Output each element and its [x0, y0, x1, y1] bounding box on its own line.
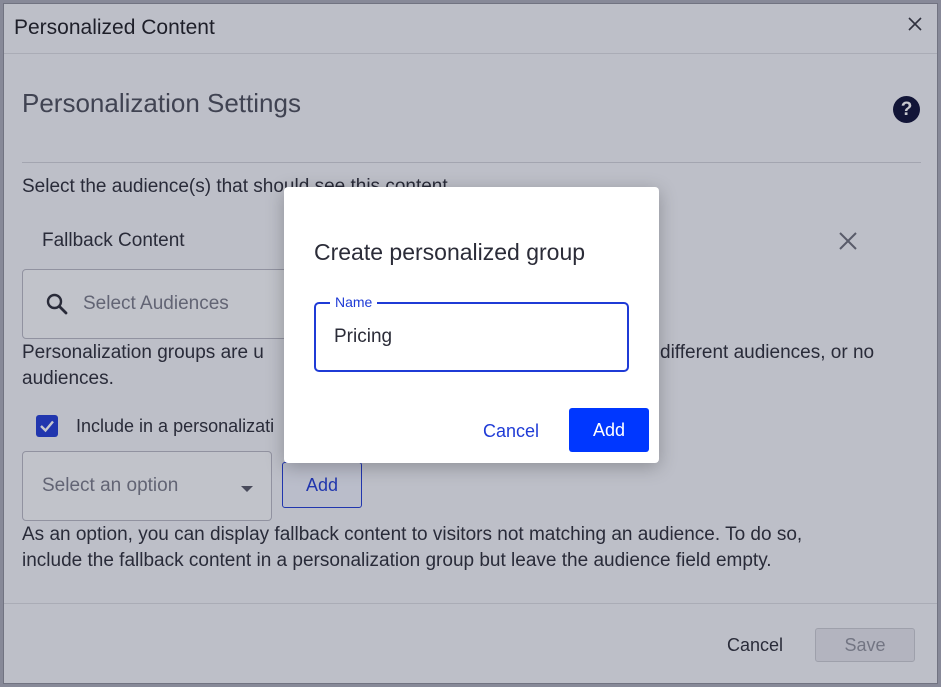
name-input[interactable] — [334, 326, 604, 348]
dialog-cancel-button[interactable]: Cancel — [483, 421, 539, 442]
name-field-label: Name — [330, 294, 378, 310]
create-group-dialog: Create personalized group Name Cancel Ad… — [284, 187, 659, 463]
dialog-add-button[interactable]: Add — [569, 408, 649, 452]
name-field[interactable]: Name — [314, 294, 629, 372]
dialog-title: Create personalized group — [314, 239, 586, 265]
